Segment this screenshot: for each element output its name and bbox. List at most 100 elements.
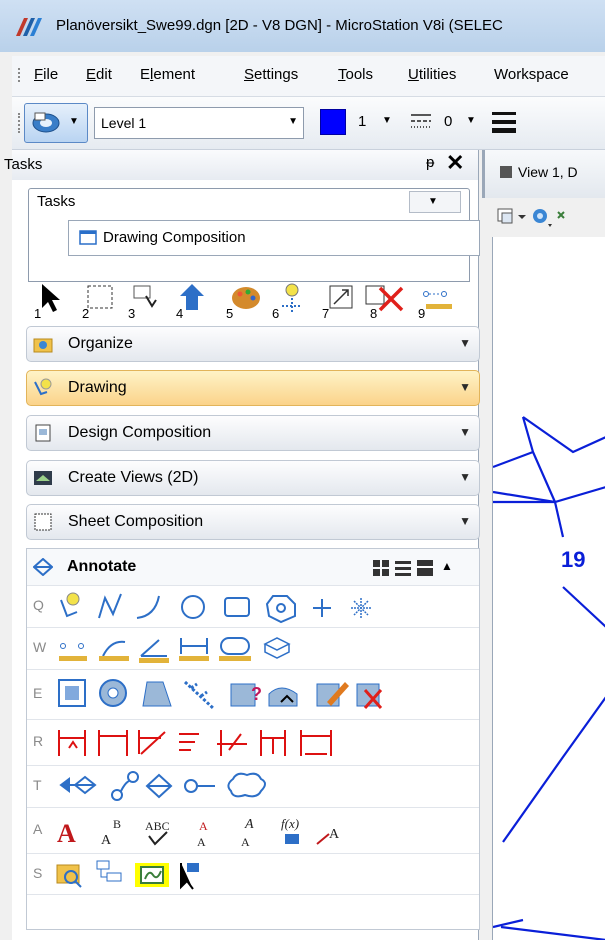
main-tool-row: 1 2 3 4 5 6 7 8 9 [20, 266, 470, 322]
create-views-icon [34, 471, 52, 485]
placement-tools-icon[interactable] [55, 590, 475, 624]
menu-edit-mnemonic: E [86, 66, 97, 83]
menu-element-prefix: E [140, 66, 151, 83]
line-style-icon[interactable] [410, 111, 432, 133]
toolbar-grip [18, 113, 22, 133]
group-sheet-composition[interactable]: Sheet Composition ▼ [26, 504, 480, 540]
row-key-a: A [33, 821, 43, 837]
menu-file-mnemonic: F [34, 66, 44, 83]
menu-element[interactable]: Element [140, 66, 195, 83]
group-drawing[interactable]: Drawing ▼ [26, 370, 480, 406]
annotate-label: Annotate [67, 558, 137, 575]
annotate-row-w: W [27, 627, 479, 668]
line-style-glyph-icon [411, 114, 431, 128]
line-style-dropdown-arrow-icon[interactable]: ▼ [466, 115, 476, 126]
color-select[interactable] [318, 107, 348, 137]
menu-file[interactable]: File [34, 66, 58, 83]
detailing-symbol-tools-icon[interactable] [55, 769, 475, 803]
menu-tools[interactable]: Tools [338, 66, 373, 83]
svg-text:A: A [101, 833, 112, 848]
dimension-tools-icon[interactable] [55, 724, 475, 762]
view-splitter[interactable] [482, 150, 485, 198]
tasks-dropdown-arrow-icon: ▼ [428, 196, 438, 207]
level-select[interactable]: Level 1 ▼ [94, 107, 304, 139]
tool-number-4: 4 [176, 306, 183, 321]
annotate-row-t: T [27, 765, 479, 806]
row-key-t: T [33, 777, 42, 793]
window-title: Planöversikt_Swe99.dgn [2D - V8 DGN] - M… [56, 17, 503, 34]
pattern-tools-icon[interactable]: ? [55, 676, 475, 714]
menu-settings-mnemonic: S [244, 66, 255, 83]
menu-settings-label: ettings [254, 66, 299, 83]
chevron-down-icon: ▼ [459, 470, 471, 484]
group-sheet-composition-label: Sheet Composition [68, 513, 204, 530]
design-composition-icon [35, 424, 51, 442]
tool-number-6: 6 [272, 306, 279, 321]
row-key-e: E [33, 685, 43, 701]
measure-tools-icon[interactable] [55, 632, 475, 666]
view-panel: View 1, D 19 [482, 150, 605, 940]
svg-text:A: A [241, 835, 250, 849]
menu-element-label: ement [153, 66, 196, 83]
svg-text:ABC: ABC [145, 819, 170, 833]
icon-view-icon[interactable] [373, 560, 389, 576]
menu-bar: File Edit Element Settings Tools Utiliti… [12, 56, 605, 97]
menu-utilities-mnemonic: U [408, 66, 419, 83]
svg-text:B: B [113, 817, 121, 831]
chevron-down-icon: ▼ [459, 425, 471, 439]
menu-settings[interactable]: Settings [244, 66, 298, 83]
row-key-s: S [33, 865, 43, 881]
close-icon[interactable]: ✕ [446, 150, 464, 176]
tasks-selector-button[interactable]: ▼ [409, 191, 461, 213]
menu-edit-label: dit [96, 66, 112, 83]
menu-utilities-label: tilities [418, 66, 457, 83]
annotate-icon [33, 558, 53, 576]
annotate-header[interactable]: Annotate ▲ [27, 549, 479, 585]
svg-text:f(x): f(x) [281, 816, 299, 831]
menu-workspace[interactable]: Workspace [494, 66, 569, 83]
group-create-views[interactable]: Create Views (2D) ▼ [26, 460, 480, 496]
svg-text:A: A [197, 835, 206, 849]
text-tools-icon[interactable]: A AB ABC AA AA f(x) A [55, 812, 475, 850]
menu-edit[interactable]: Edit [86, 66, 112, 83]
color-swatch [320, 109, 346, 135]
attributes-toolbar: ▼ Level 1 ▼ 1 ▼ 0 ▼ [12, 97, 605, 150]
line-weight-glyph-icon [492, 112, 516, 133]
annotate-row-a: A A AB ABC AA AA f(x) A [27, 807, 479, 852]
row-key-w: W [33, 639, 47, 655]
chevron-up-icon[interactable]: ▲ [441, 559, 453, 573]
sheet-index-tools-icon[interactable] [55, 857, 475, 891]
group-design-composition-label: Design Composition [68, 424, 212, 441]
pin-icon[interactable]: ᵽ [426, 154, 434, 171]
view-toolbar-icon[interactable] [496, 206, 605, 228]
view-1-tab[interactable]: View 1, D [482, 150, 605, 198]
tool-number-2: 2 [82, 306, 89, 321]
menu-workspace-label: Workspace [494, 66, 569, 83]
menu-grip [18, 68, 22, 82]
level-dropdown-arrow-icon: ▼ [288, 116, 298, 127]
color-value: 1 [358, 113, 367, 130]
color-dropdown-arrow-icon[interactable]: ▼ [382, 115, 392, 126]
tasks-panel-header: Tasks ᵽ ✕ [4, 150, 478, 180]
group-design-composition[interactable]: Design Composition ▼ [26, 415, 480, 451]
chevron-down-icon: ▼ [459, 380, 471, 394]
annotate-row-e: E ? [27, 669, 479, 718]
line-weight-icon[interactable] [490, 109, 518, 135]
menu-utilities[interactable]: Utilities [408, 66, 456, 83]
tool-number-3: 3 [128, 306, 135, 321]
chevron-down-icon: ▼ [459, 336, 471, 350]
list-view-icon[interactable] [395, 560, 411, 576]
main-tools-icon: 1 2 3 4 5 6 7 8 9 [34, 283, 452, 321]
group-organize[interactable]: Organize ▼ [26, 326, 480, 362]
svg-text:A: A [329, 827, 340, 842]
detail-view-icon[interactable] [417, 560, 433, 576]
view-canvas[interactable]: 19 [492, 237, 605, 940]
tool-number-5: 5 [226, 306, 233, 321]
drawing-composition-icon [79, 230, 97, 245]
drawing-icon [34, 378, 52, 396]
current-task-item[interactable]: Drawing Composition [68, 220, 480, 256]
group-annotate: Annotate ▲ Q W E ? R T A A A B ABC A A A… [26, 548, 480, 930]
tool-number-8: 8 [370, 306, 377, 321]
annotate-row-s: S [27, 853, 479, 895]
active-model-button[interactable]: ▼ [24, 103, 88, 143]
